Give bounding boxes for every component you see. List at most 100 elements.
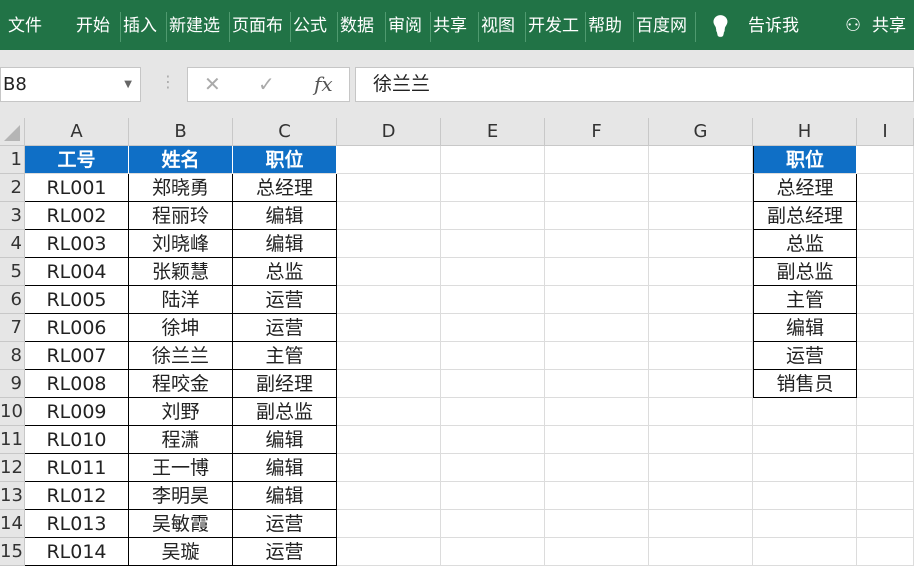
empty-cell[interactable] (337, 174, 441, 202)
empty-cell[interactable] (337, 510, 441, 538)
table-cell[interactable]: 编辑 (233, 482, 337, 510)
cancel-icon[interactable]: ✕ (204, 72, 221, 96)
empty-cell[interactable] (337, 398, 441, 426)
ribbon-tab[interactable]: 审阅 (388, 14, 422, 38)
table-cell[interactable]: 程丽玲 (129, 202, 233, 230)
table-cell[interactable]: 编辑 (233, 454, 337, 482)
empty-cell[interactable] (337, 202, 441, 230)
empty-cell[interactable] (753, 482, 857, 510)
empty-cell[interactable] (441, 230, 545, 258)
empty-cell[interactable] (857, 342, 914, 370)
empty-cell[interactable] (857, 258, 914, 286)
table-cell[interactable]: 运营 (233, 314, 337, 342)
table-cell[interactable]: RL001 (25, 174, 129, 202)
empty-cell[interactable] (857, 230, 914, 258)
empty-cell[interactable] (337, 482, 441, 510)
row-header[interactable]: 9 (0, 370, 25, 398)
empty-cell[interactable] (857, 314, 914, 342)
ribbon-tab[interactable]: 公式 (293, 14, 327, 38)
empty-cell[interactable] (753, 426, 857, 454)
empty-cell[interactable] (441, 398, 545, 426)
empty-cell[interactable] (857, 482, 914, 510)
table-cell[interactable]: RL013 (25, 510, 129, 538)
table-cell[interactable]: 程潇 (129, 426, 233, 454)
table-cell[interactable]: 主管 (753, 286, 857, 314)
table-cell[interactable]: 总监 (753, 230, 857, 258)
empty-cell[interactable] (857, 286, 914, 314)
row-header[interactable]: 7 (0, 314, 25, 342)
enter-icon[interactable]: ✓ (258, 72, 275, 96)
table-cell[interactable]: 副总经理 (753, 202, 857, 230)
column-header[interactable]: C (233, 118, 337, 146)
table-cell[interactable]: 编辑 (753, 314, 857, 342)
empty-cell[interactable] (545, 230, 649, 258)
empty-cell[interactable] (441, 258, 545, 286)
empty-cell[interactable] (441, 426, 545, 454)
empty-cell[interactable] (857, 510, 914, 538)
table-cell[interactable]: RL008 (25, 370, 129, 398)
empty-cell[interactable] (649, 230, 753, 258)
drag-handle-icon[interactable]: ⋮ (160, 72, 176, 91)
table-cell[interactable]: 副总监 (233, 398, 337, 426)
empty-cell[interactable] (649, 538, 753, 566)
column-header[interactable]: E (441, 118, 545, 146)
table-cell[interactable]: 李明昊 (129, 482, 233, 510)
row-header[interactable]: 5 (0, 258, 25, 286)
table-cell[interactable]: 编辑 (233, 426, 337, 454)
empty-cell[interactable] (545, 426, 649, 454)
table-cell[interactable]: 副总监 (753, 258, 857, 286)
table-cell[interactable]: RL003 (25, 230, 129, 258)
table-cell[interactable]: 刘晓峰 (129, 230, 233, 258)
empty-cell[interactable] (857, 538, 914, 566)
row-header[interactable]: 13 (0, 482, 25, 510)
empty-cell[interactable] (857, 370, 914, 398)
empty-cell[interactable] (441, 202, 545, 230)
table-cell[interactable]: 运营 (233, 538, 337, 566)
spreadsheet-grid[interactable]: A B C D E F G H I 1 工号 姓名 职位 职位 2 RL001 郑晓勇 总经理 总经理 3 RL002 程… (0, 118, 914, 566)
table-cell[interactable]: 职位 (233, 146, 337, 174)
empty-cell[interactable] (857, 202, 914, 230)
row-header[interactable]: 4 (0, 230, 25, 258)
table-cell[interactable]: 郑晓勇 (129, 174, 233, 202)
empty-cell[interactable] (545, 342, 649, 370)
empty-cell[interactable] (337, 538, 441, 566)
row-header[interactable]: 3 (0, 202, 25, 230)
formula-input[interactable]: 徐兰兰 (355, 67, 914, 102)
table-cell[interactable]: 徐坤 (129, 314, 233, 342)
empty-cell[interactable] (441, 174, 545, 202)
table-cell[interactable]: 刘野 (129, 398, 233, 426)
empty-cell[interactable] (545, 398, 649, 426)
empty-cell[interactable] (441, 342, 545, 370)
table-cell[interactable]: 王一博 (129, 454, 233, 482)
empty-cell[interactable] (441, 146, 545, 174)
row-header[interactable]: 14 (0, 510, 25, 538)
row-header[interactable]: 8 (0, 342, 25, 370)
table-cell[interactable]: 张颖慧 (129, 258, 233, 286)
row-header[interactable]: 6 (0, 286, 25, 314)
empty-cell[interactable] (545, 314, 649, 342)
ribbon-tab[interactable]: 帮助 (588, 14, 622, 38)
share-button[interactable]: 共享 (872, 14, 906, 38)
empty-cell[interactable] (337, 146, 441, 174)
empty-cell[interactable] (857, 174, 914, 202)
chevron-down-icon[interactable]: ▼ (124, 68, 132, 101)
empty-cell[interactable] (545, 258, 649, 286)
empty-cell[interactable] (649, 314, 753, 342)
row-header[interactable]: 10 (0, 398, 25, 426)
empty-cell[interactable] (337, 454, 441, 482)
table-cell[interactable]: 工号 (25, 146, 129, 174)
ribbon-tab[interactable]: 文件 (8, 14, 42, 38)
table-cell[interactable]: 运营 (753, 342, 857, 370)
empty-cell[interactable] (649, 258, 753, 286)
empty-cell[interactable] (337, 370, 441, 398)
empty-cell[interactable] (441, 286, 545, 314)
select-all-icon[interactable] (2, 123, 22, 143)
ribbon-tab[interactable]: 共享 (433, 14, 467, 38)
empty-cell[interactable] (545, 538, 649, 566)
table-cell[interactable]: 副经理 (233, 370, 337, 398)
empty-cell[interactable] (649, 454, 753, 482)
empty-cell[interactable] (753, 398, 857, 426)
empty-cell[interactable] (649, 510, 753, 538)
select-all-corner[interactable] (0, 118, 25, 146)
empty-cell[interactable] (441, 370, 545, 398)
